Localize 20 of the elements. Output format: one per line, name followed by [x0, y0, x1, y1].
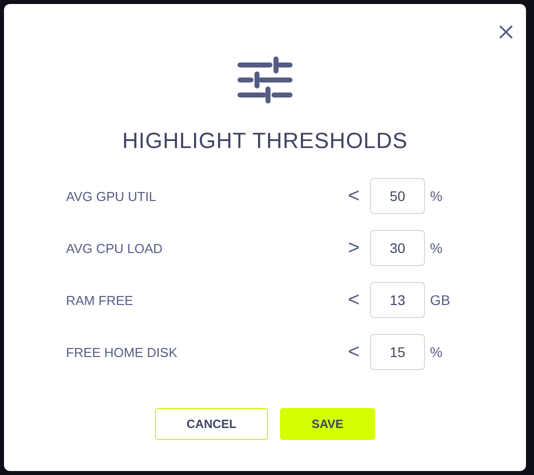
- unit-label: %: [430, 188, 442, 204]
- save-button[interactable]: SAVE: [280, 408, 375, 440]
- unit-label: %: [430, 344, 442, 360]
- dialog-title: HIGHLIGHT THRESHOLDS: [122, 128, 408, 154]
- threshold-input[interactable]: 30: [370, 230, 425, 266]
- cancel-button[interactable]: CANCEL: [155, 408, 268, 440]
- threshold-input[interactable]: 50: [370, 178, 425, 214]
- threshold-label: AVG CPU LOAD: [66, 240, 164, 256]
- threshold-label: FREE HOME DISK: [66, 344, 178, 360]
- threshold-label: RAM FREE: [66, 292, 134, 308]
- unit-label: GB: [430, 292, 450, 308]
- operator-sign: <: [348, 288, 361, 312]
- threshold-input[interactable]: 13: [370, 282, 425, 318]
- threshold-label: AVG GPU UTIL: [66, 188, 158, 204]
- operator-sign: <: [348, 184, 361, 208]
- operator-sign: >: [348, 236, 361, 260]
- operator-sign: <: [348, 340, 361, 364]
- unit-label: %: [430, 240, 442, 256]
- sliders-icon: [237, 56, 293, 104]
- threshold-input[interactable]: 15: [370, 334, 425, 370]
